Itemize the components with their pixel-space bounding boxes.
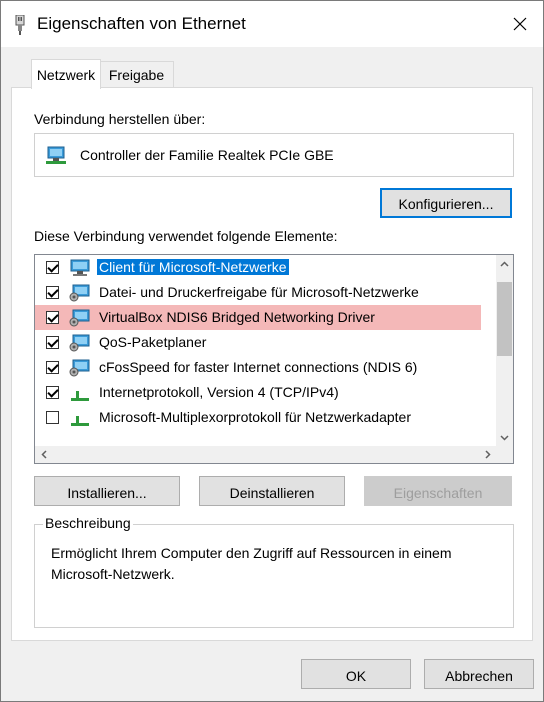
item-checkbox[interactable]: [46, 411, 59, 424]
network-service-icon: [69, 359, 90, 377]
list-item[interactable]: Datei- und Druckerfreigabe für Microsoft…: [35, 280, 491, 305]
scroll-up-icon[interactable]: [496, 255, 513, 272]
uninstall-button[interactable]: Deinstallieren: [199, 476, 345, 506]
item-checkbox[interactable]: [46, 311, 59, 324]
elements-label: Diese Verbindung verwendet folgende Elem…: [34, 228, 338, 244]
adapter-box: Controller der Familie Realtek PCIe GBE: [34, 133, 514, 177]
network-service-icon: [69, 334, 90, 352]
window-title: Eigenschaften von Ethernet: [37, 14, 246, 33]
description-group: Beschreibung Ermöglicht Ihrem Computer d…: [34, 515, 514, 628]
horizontal-scrollbar[interactable]: [35, 446, 496, 463]
network-service-icon: [69, 309, 90, 327]
tab-label: Freigabe: [108, 67, 165, 83]
tab-label: Netzwerk: [36, 67, 96, 83]
install-button[interactable]: Installieren...: [34, 476, 180, 506]
item-checkbox[interactable]: [46, 386, 59, 399]
item-label: Client für Microsoft-Netzwerke: [97, 259, 289, 275]
network-service-icon: [69, 284, 90, 302]
title-bar[interactable]: Eigenschaften von Ethernet: [1, 1, 543, 47]
item-label: Internetprotokoll, Version 4 (TCP/IPv4): [99, 384, 339, 400]
scroll-down-icon[interactable]: [496, 429, 513, 446]
scrollbar-corner: [496, 446, 513, 463]
ok-button[interactable]: OK: [301, 659, 411, 689]
description-legend: Beschreibung: [43, 515, 133, 531]
properties-dialog: Eigenschaften von Ethernet Netzwerk Frei…: [0, 0, 544, 702]
network-client-icon: [70, 259, 90, 276]
adapter-name: Controller der Familie Realtek PCIe GBE: [80, 147, 334, 163]
scroll-left-icon[interactable]: [35, 446, 52, 463]
item-label: QoS-Paketplaner: [99, 334, 207, 350]
item-label: Datei- und Druckerfreigabe für Microsoft…: [99, 284, 419, 300]
properties-button: Eigenschaften: [364, 476, 512, 506]
item-checkbox[interactable]: [46, 361, 59, 374]
list-item[interactable]: cFosSpeed for faster Internet connection…: [35, 355, 491, 380]
list-item[interactable]: QoS-Paketplaner: [35, 330, 491, 355]
item-label: cFosSpeed for faster Internet connection…: [99, 359, 418, 375]
scroll-thumb[interactable]: [497, 282, 512, 356]
list-item[interactable]: Client für Microsoft-Netzwerke: [35, 255, 491, 280]
connect-label: Verbindung herstellen über:: [34, 111, 206, 127]
components-list[interactable]: Client für Microsoft-Netzwerke Datei- un…: [34, 254, 514, 464]
close-icon: [513, 17, 527, 31]
item-label: Microsoft-Multiplexorprotokoll für Netzw…: [99, 409, 411, 425]
configure-button[interactable]: Konfigurieren...: [380, 188, 512, 218]
item-checkbox[interactable]: [46, 336, 59, 349]
tab-panel: Verbindung herstellen über: Controller d…: [11, 87, 533, 641]
cancel-button[interactable]: Abbrechen: [424, 659, 534, 689]
ethernet-icon: [15, 15, 25, 35]
item-label: VirtualBox NDIS6 Bridged Networking Driv…: [99, 309, 375, 325]
network-adapter-icon: [46, 146, 66, 164]
list-item[interactable]: VirtualBox NDIS6 Bridged Networking Driv…: [35, 305, 481, 330]
close-button[interactable]: [497, 1, 543, 47]
item-checkbox[interactable]: [46, 261, 59, 274]
list-item[interactable]: Microsoft-Multiplexorprotokoll für Netzw…: [35, 405, 491, 430]
description-text: Ermöglicht Ihrem Computer den Zugriff au…: [51, 545, 452, 582]
tab-netzwerk[interactable]: Netzwerk: [31, 59, 101, 89]
list-item[interactable]: Internetprotokoll, Version 4 (TCP/IPv4): [35, 380, 491, 405]
item-checkbox[interactable]: [46, 286, 59, 299]
scroll-right-icon[interactable]: [479, 446, 496, 463]
tab-freigabe[interactable]: Freigabe: [99, 61, 174, 88]
protocol-icon: [71, 416, 89, 426]
protocol-icon: [71, 391, 89, 401]
vertical-scrollbar[interactable]: [496, 255, 513, 446]
